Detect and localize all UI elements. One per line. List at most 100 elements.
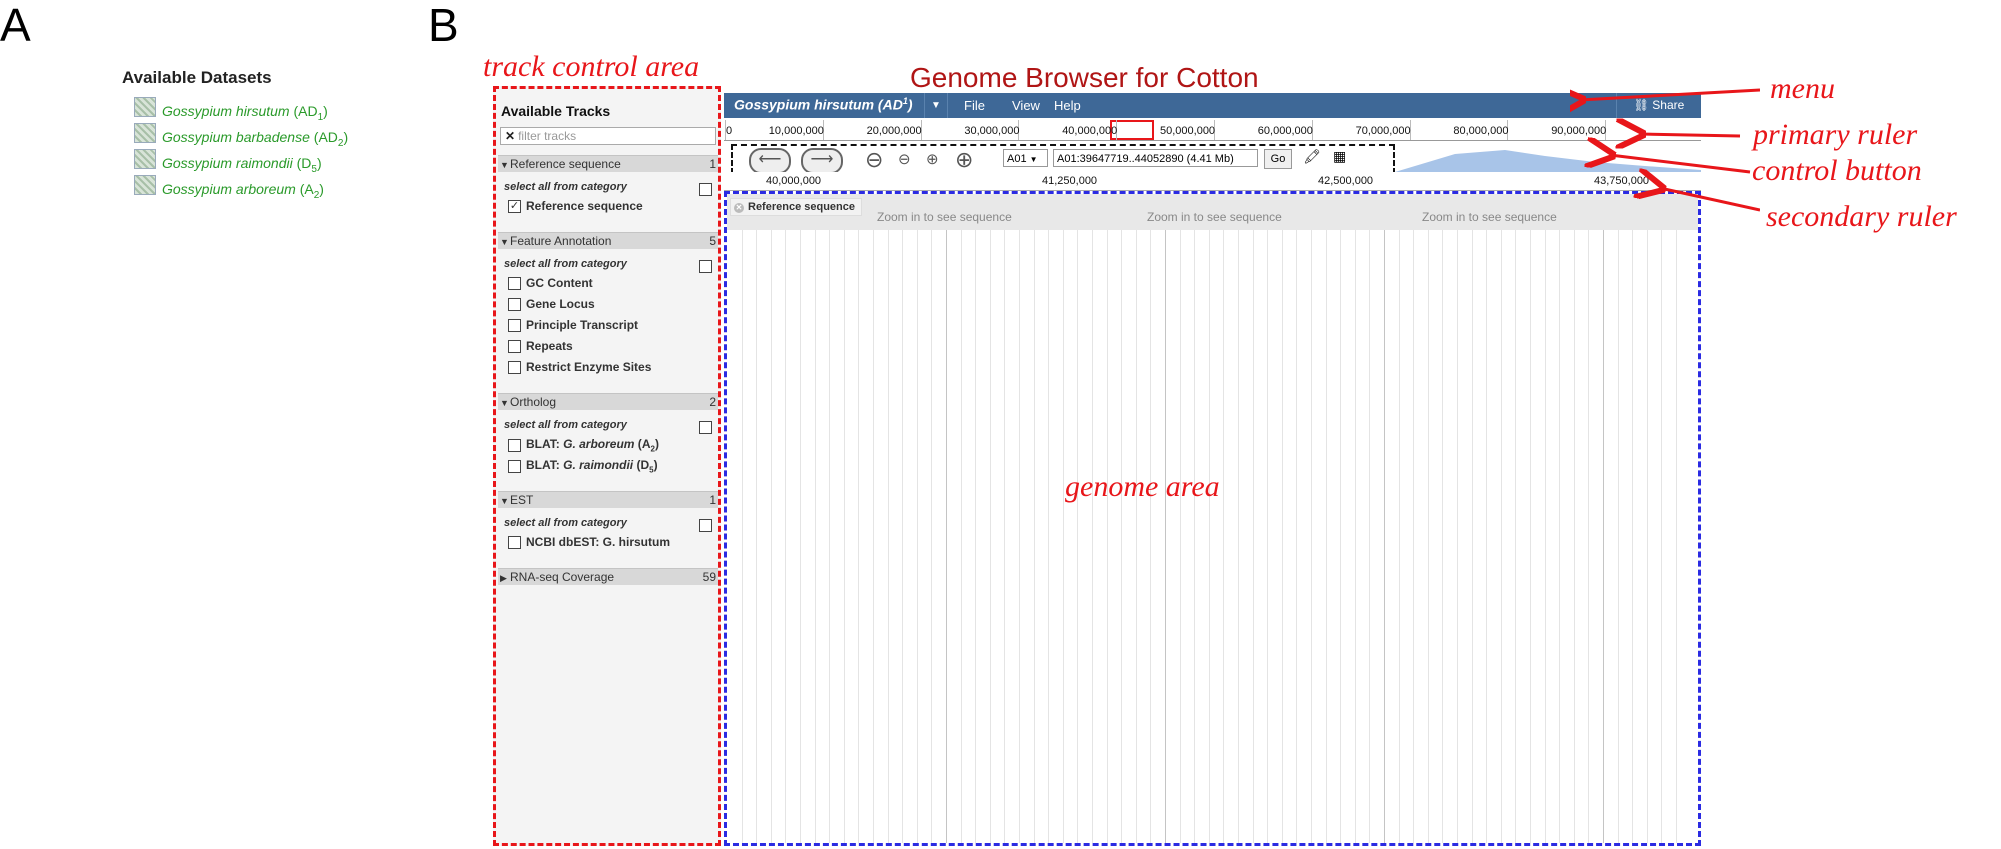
grid-line	[1588, 194, 1590, 843]
secondary-ruler-label: 41,250,000	[1042, 175, 1098, 187]
dataset-icon	[134, 97, 156, 117]
dataset-species: Gossypium hirsutum	[734, 96, 875, 113]
menu-help[interactable]: Help	[1054, 98, 1081, 113]
category-header[interactable]: ▼EST 1	[498, 491, 718, 508]
grid-line	[989, 194, 991, 843]
annotation-secondary-ruler: secondary ruler	[1766, 200, 1957, 233]
track-checkbox[interactable]	[508, 459, 521, 473]
category-header[interactable]: ▼Ortholog 2	[498, 393, 718, 410]
dataset-link[interactable]: Gossypium raimondii (D5)	[162, 155, 322, 175]
genome-area[interactable]: ✕ Reference sequence Zoom in to see seque…	[724, 191, 1701, 846]
dataset-link[interactable]: Gossypium arboreum (A2)	[162, 181, 324, 201]
track-checkbox[interactable]	[508, 339, 521, 353]
category-count: 5	[709, 234, 716, 248]
overview-icon[interactable]: ▦	[1333, 148, 1359, 168]
grid-line	[756, 194, 758, 843]
zoom-in-big-icon[interactable]: ⊕	[955, 147, 973, 173]
track-item[interactable]: NCBI dbEST: G. hirsutum	[508, 535, 670, 549]
menu-file[interactable]: File	[964, 98, 985, 113]
track-item[interactable]: Gene Locus	[508, 297, 595, 311]
grid-line	[1077, 194, 1079, 843]
category-header[interactable]: ▼Feature Annotation 5	[498, 232, 718, 249]
grid-line	[1515, 194, 1517, 843]
dataset-selector-label[interactable]: Gossypium hirsutum (AD1)	[734, 96, 913, 113]
select-all-checkbox[interactable]	[699, 519, 712, 532]
track-checkbox[interactable]	[508, 276, 521, 290]
menu-view[interactable]: View	[1012, 98, 1040, 113]
ruler-label: 80,000,000	[1453, 125, 1509, 137]
select-all-checkbox[interactable]	[699, 260, 712, 273]
caret-down-icon: ▼	[500, 398, 509, 408]
ruler-label: 60,000,000	[1257, 125, 1313, 137]
category-header[interactable]: ▶ RNA-seq Coverage 59	[498, 568, 718, 585]
primary-ruler[interactable]: 0 10,000,000 20,000,000 30,000,000 40,000,00…	[724, 120, 1701, 141]
arrow-left-icon[interactable]: ⟵	[749, 148, 791, 174]
grid-line	[1223, 194, 1225, 843]
track-item[interactable]: Repeats	[508, 339, 573, 353]
track-label[interactable]: ✕ Reference sequence	[730, 198, 862, 216]
grid-line	[1676, 194, 1677, 843]
grid-line	[1019, 194, 1020, 843]
track-checkbox[interactable]	[508, 438, 521, 452]
track-label: NCBI dbEST: G. hirsutum	[526, 535, 670, 549]
filter-tracks-input[interactable]: ✕ filter tracks	[500, 127, 716, 145]
grid-line	[1325, 194, 1327, 843]
dataset-item[interactable]: Gossypium barbadense (AD2)	[134, 123, 348, 152]
zoom-out-big-icon[interactable]: ⊖	[865, 147, 883, 173]
track-item[interactable]: Restrict Enzyme Sites	[508, 360, 651, 374]
grid-line	[1544, 194, 1546, 843]
track-item[interactable]: Principle Transcript	[508, 318, 638, 332]
track-checkbox[interactable]	[508, 318, 521, 332]
menubar: Gossypium hirsutum (AD1) ▼ File View Hel…	[724, 93, 1701, 118]
dataset-item[interactable]: Gossypium raimondii (D5)	[134, 149, 348, 178]
highlighter-icon[interactable]: 🖍	[1303, 148, 1323, 168]
secondary-ruler[interactable]: 40,000,000 41,250,000 42,500,000 43,750,000	[724, 172, 1701, 191]
grid-line	[1179, 194, 1181, 843]
track-label: BLAT: G. arboreum (A2)	[526, 437, 659, 454]
grid-line	[1267, 194, 1269, 843]
control-buttons: ⟵ ⟶ ⊖ ⊖ ⊕ ⊕ A01 ▼ A01:39647719..44052890…	[731, 144, 1395, 174]
track-item[interactable]: BLAT: G. raimondii (D5)	[508, 458, 658, 474]
ruler-label: 30,000,000	[964, 125, 1020, 137]
dataset-item[interactable]: Gossypium arboreum (A2)	[134, 175, 348, 204]
dataset-link[interactable]: Gossypium barbadense (AD2)	[162, 129, 348, 149]
track-checkbox[interactable]	[508, 360, 521, 374]
annotation-control-button: control button	[1752, 154, 1922, 187]
clear-filter-icon[interactable]: ✕	[505, 129, 515, 143]
dataset-icon	[134, 175, 156, 195]
zoom-message: Zoom in to see sequence	[1147, 210, 1282, 224]
zoom-in-icon[interactable]: ⊕	[926, 150, 939, 168]
arrow-right-icon[interactable]: ⟶	[801, 148, 843, 174]
track-checkbox[interactable]	[508, 535, 521, 549]
category-header[interactable]: ▼Reference sequence 1	[498, 155, 718, 172]
close-icon[interactable]: ✕	[734, 203, 744, 213]
track-checkbox[interactable]: ✓	[508, 199, 521, 213]
grid-line	[1208, 194, 1210, 843]
track-item[interactable]: ✓ Reference sequence	[508, 199, 643, 213]
select-all-label: select all from category	[504, 258, 627, 270]
chevron-down-icon[interactable]: ▼	[924, 93, 948, 118]
track-item[interactable]: GC Content	[508, 276, 593, 290]
dataset-item[interactable]: Gossypium hirsutum (AD1)	[134, 97, 348, 126]
grid-line	[931, 194, 933, 843]
ruler-label: 50,000,000	[1160, 125, 1216, 137]
ruler-label: 10,000,000	[768, 125, 824, 137]
zoom-out-icon[interactable]: ⊖	[898, 150, 911, 168]
dataset-link[interactable]: Gossypium hirsutum (AD1)	[162, 103, 328, 123]
grid-line	[916, 194, 918, 843]
grid-line	[873, 194, 874, 843]
location-input[interactable]: A01:39647719..44052890 (4.41 Mb)	[1053, 149, 1258, 167]
go-button[interactable]: Go	[1264, 149, 1292, 169]
secondary-ruler-label: 40,000,000	[766, 175, 822, 187]
grid-line	[1486, 194, 1488, 843]
panel-b-letter: B	[428, 0, 459, 51]
select-all-checkbox[interactable]	[699, 183, 712, 196]
select-all-label: select all from category	[504, 517, 627, 529]
reference-sequence-select[interactable]: A01 ▼	[1003, 149, 1048, 167]
track-checkbox[interactable]	[508, 297, 521, 311]
zoom-message: Zoom in to see sequence	[1422, 210, 1557, 224]
track-item[interactable]: BLAT: G. arboreum (A2)	[508, 437, 659, 453]
select-all-checkbox[interactable]	[699, 421, 712, 434]
grid-line	[1398, 194, 1400, 843]
secondary-ruler-label: 42,500,000	[1318, 175, 1374, 187]
